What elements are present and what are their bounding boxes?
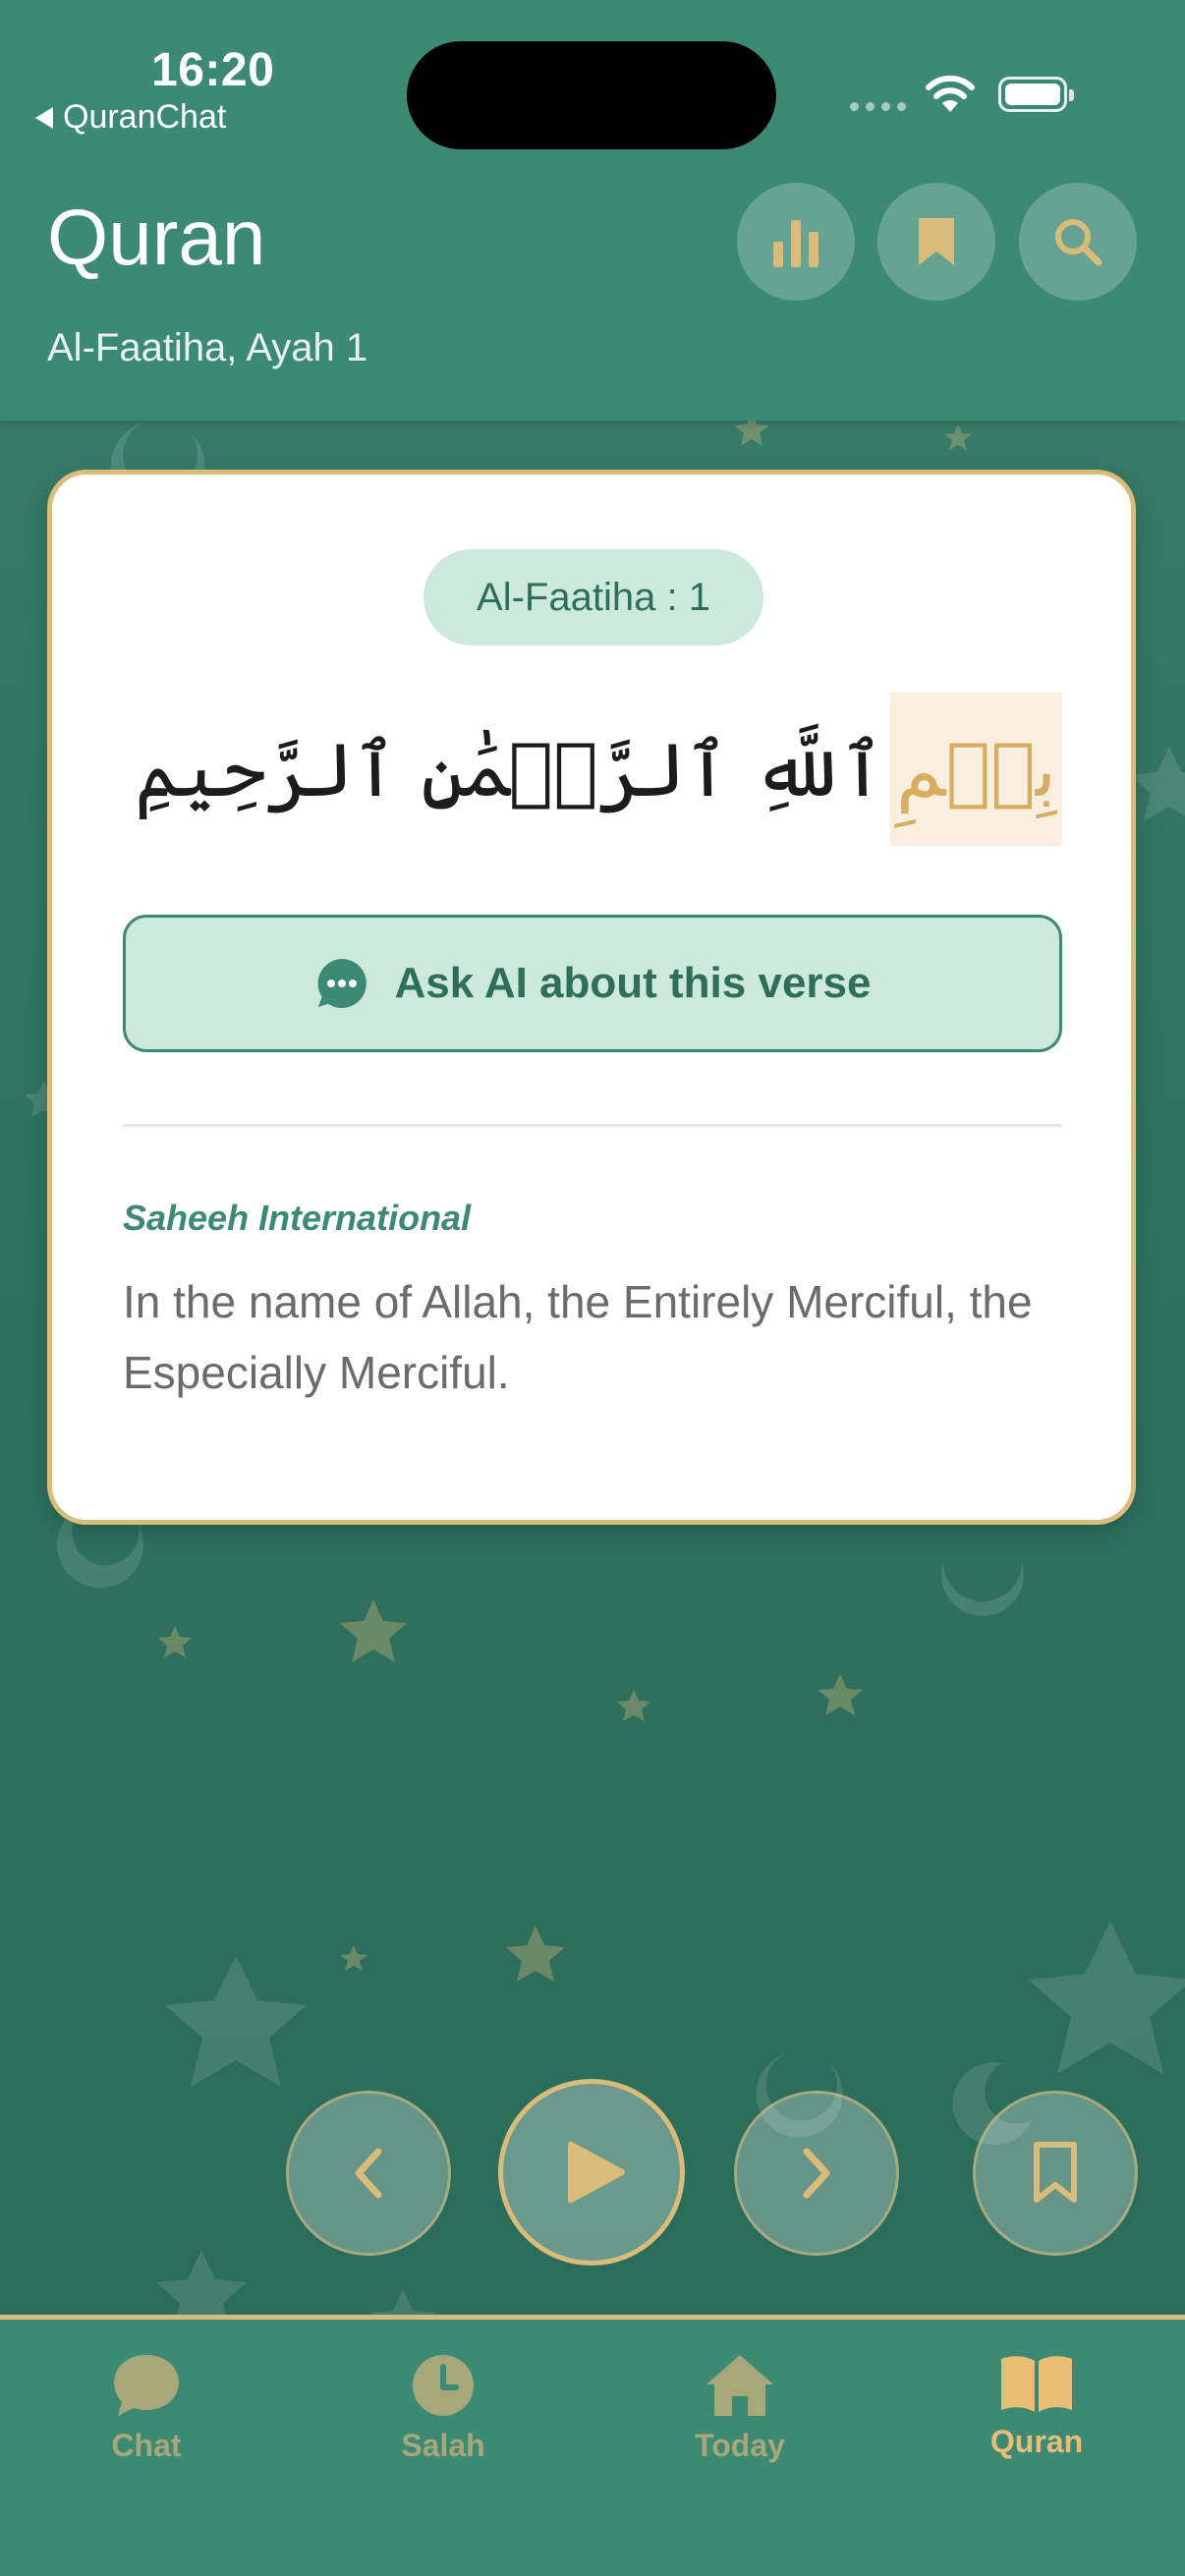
- bookmark-outline-icon: [1034, 2142, 1077, 2203]
- back-to-app-link[interactable]: QuranChat: [35, 98, 226, 137]
- ask-ai-label: Ask AI about this verse: [394, 959, 872, 1007]
- play-button[interactable]: [498, 2079, 685, 2266]
- chat-bubble-icon: [114, 2355, 179, 2416]
- arabic-highlighted-word[interactable]: بِسۡمِ: [890, 693, 1062, 846]
- bookmarks-button[interactable]: [877, 183, 995, 301]
- stats-button[interactable]: [737, 183, 855, 301]
- search-button[interactable]: [1019, 183, 1137, 301]
- status-time: 16:20: [151, 44, 275, 96]
- bookmark-icon: [919, 218, 954, 265]
- bar-chart-icon: [773, 220, 818, 267]
- chevron-left-icon: [355, 2148, 382, 2199]
- ask-ai-button[interactable]: Ask AI about this verse: [123, 915, 1062, 1052]
- page-subtitle: Al-Faatiha, Ayah 1: [47, 326, 368, 369]
- arabic-verse-text: ٱللَّهِ ٱلرَّحۡمَٰنِ ٱلرَّحِيمِ: [135, 725, 885, 813]
- tab-chat-label: Chat: [111, 2428, 182, 2463]
- arabic-verse: ٱللَّهِ ٱلرَّحۡمَٰنِ ٱلرَّحِيمِ بِسۡمِ: [135, 691, 1062, 848]
- back-triangle-icon: [35, 106, 53, 129]
- divider: [123, 1124, 1062, 1127]
- play-icon: [568, 2141, 625, 2204]
- home-icon: [706, 2355, 773, 2416]
- translator-name: Saheeh International: [123, 1198, 472, 1238]
- tab-today[interactable]: Today: [651, 2353, 828, 2464]
- verse-translation: In the name of Allah, the Entirely Merci…: [123, 1276, 1033, 1398]
- chat-dots-icon: [317, 959, 367, 1008]
- tab-quran[interactable]: Quran: [948, 2353, 1125, 2460]
- chevron-right-icon: [803, 2148, 830, 2199]
- cellular-signal-icon: [850, 102, 906, 111]
- open-book-icon: [1001, 2356, 1072, 2412]
- verse-card: Al-Faatiha : 1 ٱللَّهِ ٱلرَّحۡمَٰنِ ٱلرَ…: [47, 470, 1136, 1525]
- previous-verse-button[interactable]: [286, 2091, 451, 2256]
- tab-quran-label: Quran: [989, 2424, 1084, 2459]
- wifi-icon: [926, 75, 975, 112]
- back-app-label: QuranChat: [63, 98, 227, 136]
- next-verse-button[interactable]: [734, 2091, 899, 2256]
- tab-today-label: Today: [695, 2428, 785, 2463]
- battery-icon: [998, 77, 1074, 112]
- tab-chat[interactable]: Chat: [58, 2353, 235, 2464]
- dynamic-island: [407, 41, 776, 149]
- header: 16:20 QuranChat Quran Al-Faatiha, Ayah 1: [0, 0, 1185, 420]
- verse-reference-pill: Al-Faatiha : 1: [423, 549, 763, 645]
- page-title: Quran: [47, 194, 266, 281]
- tab-bar: Chat Salah Today Quran: [0, 2315, 1185, 2576]
- clock-icon: [413, 2355, 474, 2416]
- tab-salah-label: Salah: [401, 2428, 485, 2463]
- search-icon: [1055, 219, 1102, 266]
- tab-salah[interactable]: Salah: [355, 2353, 532, 2464]
- bookmark-verse-button[interactable]: [973, 2091, 1138, 2256]
